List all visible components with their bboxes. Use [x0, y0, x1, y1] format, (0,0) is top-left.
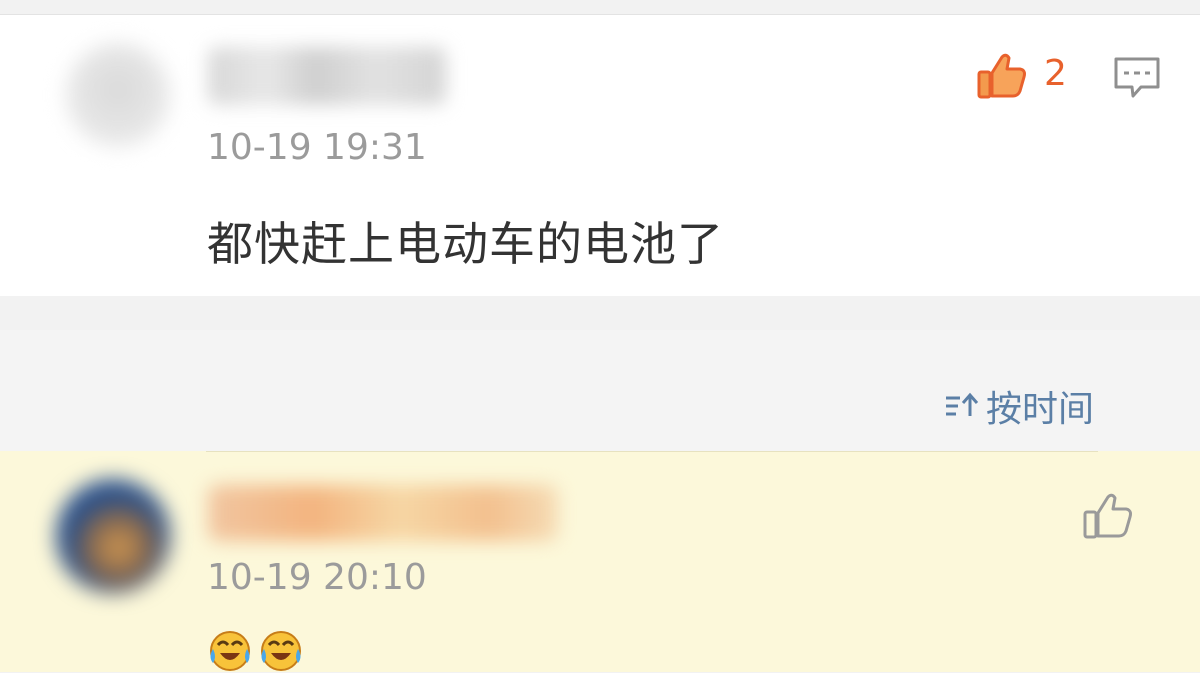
- thumbs-up-icon: [1083, 493, 1132, 539]
- comment-timestamp: 10-19 19:31: [207, 127, 427, 168]
- comment-bubble-icon: [1114, 57, 1160, 98]
- top-divider: [0, 0, 1200, 15]
- comment-item-highlighted: 10-19 20:10: [0, 451, 1200, 672]
- like-count: 2: [1044, 53, 1067, 94]
- reply-button[interactable]: [1112, 55, 1162, 101]
- divider: [206, 451, 1098, 452]
- username[interactable]: [208, 485, 558, 541]
- sort-icon: [945, 392, 979, 416]
- laughing-crying-emoji-icon: [210, 631, 250, 671]
- sort-bar: 按时间: [0, 330, 1200, 451]
- like-button[interactable]: 2: [976, 51, 1072, 99]
- thumbs-up-filled-icon: [977, 53, 1026, 99]
- comment-timestamp: 10-19 20:10: [207, 557, 427, 598]
- laughing-crying-emoji-icon: [261, 631, 301, 671]
- comment-text: 都快赶上电动车的电池了: [207, 217, 724, 271]
- avatar[interactable]: [66, 43, 170, 147]
- sort-by-time-button[interactable]: 按时间: [944, 380, 1094, 432]
- sort-label: 按时间: [985, 389, 1094, 430]
- comment-item: 10-19 19:31 都快赶上电动车的电池了 2: [0, 15, 1200, 296]
- avatar[interactable]: [56, 479, 170, 593]
- like-button[interactable]: [1082, 491, 1134, 541]
- username[interactable]: [208, 47, 446, 105]
